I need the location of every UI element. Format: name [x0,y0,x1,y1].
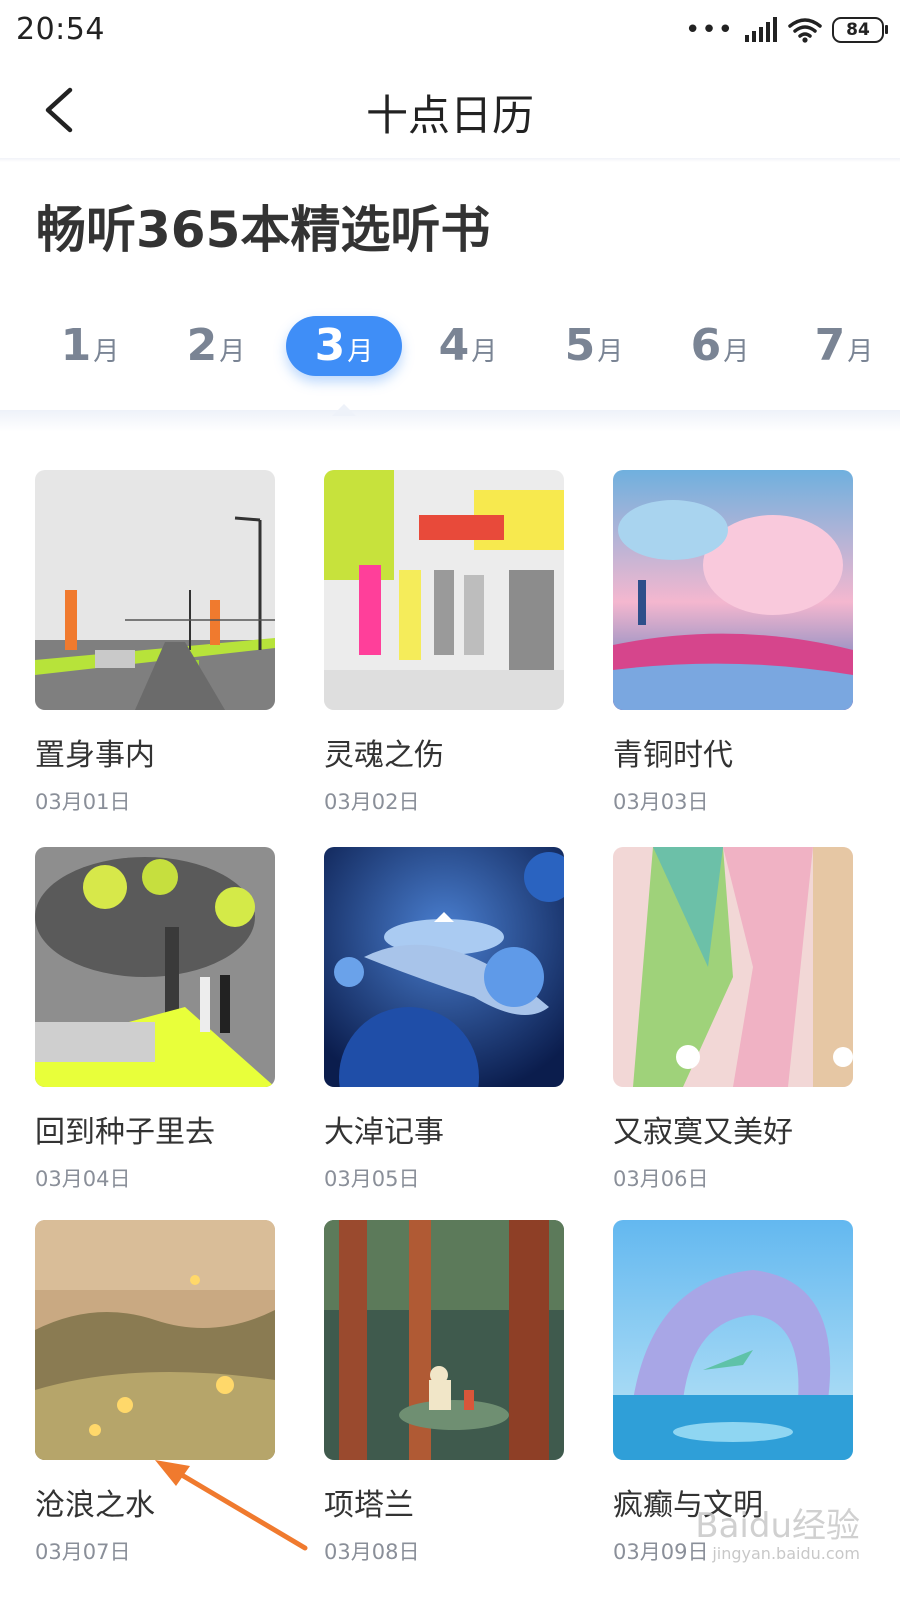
book-cover-image[interactable] [35,1220,275,1460]
book-card[interactable]: 项塔兰 03月08日 [324,1220,564,1566]
tab-month-unit: 月 [347,337,374,367]
book-cover-image[interactable] [613,1220,853,1460]
page-title: 畅听365本精选听书 [36,201,491,259]
dots-icon: ••• [684,15,734,45]
book-date: 03月07日 [35,1540,131,1564]
battery-icon: 84 [832,17,888,43]
book-card[interactable]: 回到种子里去 03月04日 [35,847,275,1193]
tab-month-number: 7 [814,320,846,371]
tab-month-unit: 月 [93,337,120,367]
tab-month-unit: 月 [723,337,750,367]
watermark-brand: Baidu经验 [695,1506,860,1546]
tab-month-7[interactable]: 7月 [786,316,900,376]
tab-month-6[interactable]: 6月 [662,316,778,376]
book-card[interactable]: 灵魂之伤 03月02日 [324,470,564,816]
book-title: 沧浪之水 [35,1488,155,1523]
watermark-url: jingyan.baidu.com [712,1544,860,1563]
tab-month-unit: 月 [847,337,874,367]
book-card[interactable]: 青铜时代 03月03日 [613,470,853,816]
tab-month-number: 5 [564,320,596,371]
book-date: 03月02日 [324,790,420,814]
book-cover-image[interactable] [324,847,564,1087]
tab-month-number: 4 [438,320,470,371]
tab-month-3[interactable]: 3月 [286,316,402,376]
book-title: 置身事内 [35,738,155,773]
battery-level: 84 [846,20,870,40]
book-cover-image[interactable] [324,1220,564,1460]
status-time: 20:54 [16,12,105,47]
book-date: 03月04日 [35,1167,131,1191]
tab-month-number: 6 [690,320,722,371]
tab-month-number: 3 [314,320,346,371]
tab-month-unit: 月 [219,337,246,367]
book-cover-image[interactable] [324,470,564,710]
book-title: 又寂寞又美好 [613,1115,793,1150]
status-icons: ••• 84 [684,14,888,46]
signal-icon [745,17,777,42]
book-card[interactable]: 沧浪之水 03月07日 [35,1220,275,1566]
book-cover-image[interactable] [613,470,853,710]
book-cover-image[interactable] [35,847,275,1087]
book-date: 03月01日 [35,790,131,814]
nav-bar: 十点日历 [0,64,900,158]
book-card[interactable]: 大淖记事 03月05日 [324,847,564,1193]
tab-month-unit: 月 [471,337,498,367]
book-card[interactable]: 置身事内 03月01日 [35,470,275,816]
status-bar: 20:54 ••• 84 [0,0,900,64]
tab-month-number: 2 [186,320,218,371]
book-card[interactable]: 又寂寞又美好 03月06日 [613,847,853,1193]
tab-month-4[interactable]: 4月 [410,316,526,376]
active-tab-pointer [332,404,356,416]
tab-month-unit: 月 [597,337,624,367]
tab-month-number: 1 [60,320,92,371]
book-date: 03月06日 [613,1167,709,1191]
book-cover-image[interactable] [613,847,853,1087]
book-date: 03月03日 [613,790,709,814]
book-title: 回到种子里去 [35,1115,215,1150]
book-title: 灵魂之伤 [324,738,444,773]
book-cover-image[interactable] [35,470,275,710]
tab-month-5[interactable]: 5月 [536,316,652,376]
wifi-icon [788,18,822,43]
tab-month-2[interactable]: 2月 [158,316,274,376]
book-title: 青铜时代 [613,738,733,773]
nav-title: 十点日历 [365,91,534,140]
month-tabs: 1月 2月 3月 4月 5月 6月 7月 [0,312,900,392]
nav-divider [0,158,900,162]
book-date: 03月08日 [324,1540,420,1564]
tabs-shadow [0,410,900,432]
tab-month-1[interactable]: 1月 [32,316,148,376]
book-title: 项塔兰 [324,1488,414,1523]
book-title: 大淖记事 [324,1115,444,1150]
book-date: 03月05日 [324,1167,420,1191]
